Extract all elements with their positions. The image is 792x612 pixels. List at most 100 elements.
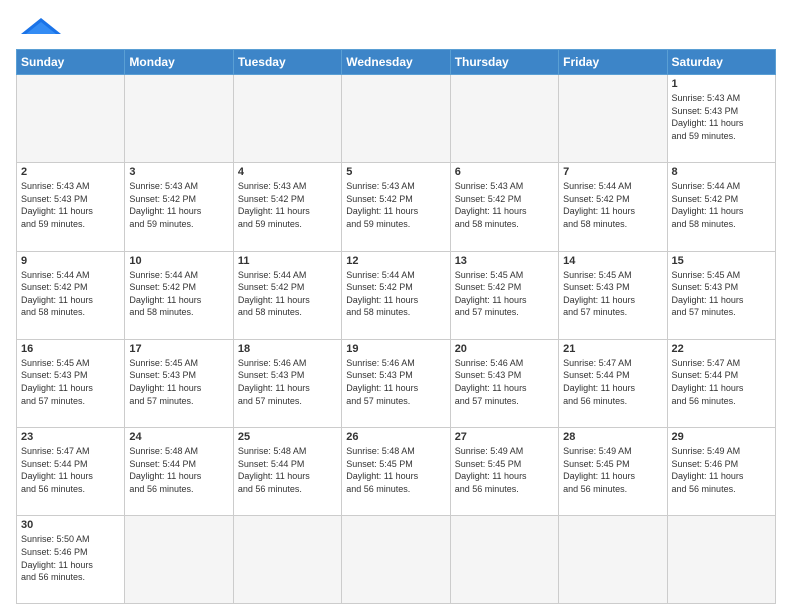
day-number: 2 xyxy=(21,166,120,178)
calendar-cell xyxy=(667,516,775,604)
calendar-cell: 18 Sunrise: 5:46 AMSunset: 5:43 PMDayligh… xyxy=(233,339,341,427)
day-number: 12 xyxy=(346,255,445,267)
calendar-table: SundayMondayTuesdayWednesdayThursdayFrid… xyxy=(16,49,776,604)
day-number: 16 xyxy=(21,343,120,355)
calendar-cell: 7 Sunrise: 5:44 AMSunset: 5:42 PMDaylight… xyxy=(559,163,667,251)
calendar-cell: 2 Sunrise: 5:43 AMSunset: 5:43 PMDaylight… xyxy=(17,163,125,251)
day-number: 28 xyxy=(563,431,662,443)
day-info: Sunrise: 5:49 AMSunset: 5:46 PMDaylight:… xyxy=(672,445,771,495)
calendar-cell: 15 Sunrise: 5:45 AMSunset: 5:43 PMDayligh… xyxy=(667,251,775,339)
calendar-cell: 24Sunrise: 5:48 AMSunset: 5:44 PMDayligh… xyxy=(125,428,233,516)
calendar-cell: 28 Sunrise: 5:49 AMSunset: 5:45 PMDayligh… xyxy=(559,428,667,516)
day-info: Sunrise: 5:44 AMSunset: 5:42 PMDaylight:… xyxy=(672,180,771,230)
header xyxy=(16,12,776,41)
calendar-cell: 27 Sunrise: 5:49 AMSunset: 5:45 PMDayligh… xyxy=(450,428,558,516)
day-info: Sunrise: 5:44 AMSunset: 5:42 PMDaylight:… xyxy=(21,269,120,319)
calendar-cell xyxy=(559,75,667,163)
calendar-cell: 30 Sunrise: 5:50 AMSunset: 5:46 PMDayligh… xyxy=(17,516,125,604)
day-info: Sunrise: 5:49 AMSunset: 5:45 PMDaylight:… xyxy=(455,445,554,495)
day-number: 30 xyxy=(21,519,120,531)
day-info: Sunrise: 5:47 AMSunset: 5:44 PMDaylight:… xyxy=(21,445,120,495)
day-info: Sunrise: 5:43 AMSunset: 5:43 PMDaylight:… xyxy=(672,92,771,142)
day-info: Sunrise: 5:43 AMSunset: 5:43 PMDaylight:… xyxy=(21,180,120,230)
day-number: 6 xyxy=(455,166,554,178)
day-number: 19 xyxy=(346,343,445,355)
calendar-cell: 4 Sunrise: 5:43 AMSunset: 5:42 PMDaylight… xyxy=(233,163,341,251)
day-info: Sunrise: 5:44 AMSunset: 5:42 PMDaylight:… xyxy=(346,269,445,319)
day-info: Sunrise: 5:45 AMSunset: 5:42 PMDaylight:… xyxy=(455,269,554,319)
calendar-cell: 22Sunrise: 5:47 AMSunset: 5:44 PMDayligh… xyxy=(667,339,775,427)
day-info: Sunrise: 5:50 AMSunset: 5:46 PMDaylight:… xyxy=(21,533,120,583)
calendar-cell xyxy=(342,75,450,163)
day-info: Sunrise: 5:45 AMSunset: 5:43 PMDaylight:… xyxy=(563,269,662,319)
calendar-cell xyxy=(233,75,341,163)
day-number: 9 xyxy=(21,255,120,267)
calendar-cell: 20Sunrise: 5:46 AMSunset: 5:43 PMDayligh… xyxy=(450,339,558,427)
day-number: 25 xyxy=(238,431,337,443)
calendar-cell: 14Sunrise: 5:45 AMSunset: 5:43 PMDayligh… xyxy=(559,251,667,339)
day-info: Sunrise: 5:48 AMSunset: 5:45 PMDaylight:… xyxy=(346,445,445,495)
calendar-cell xyxy=(559,516,667,604)
day-number: 29 xyxy=(672,431,771,443)
day-info: Sunrise: 5:43 AMSunset: 5:42 PMDaylight:… xyxy=(346,180,445,230)
calendar-cell: 16 Sunrise: 5:45 AMSunset: 5:43 PMDayligh… xyxy=(17,339,125,427)
day-number: 18 xyxy=(238,343,337,355)
calendar-cell: 8 Sunrise: 5:44 AMSunset: 5:42 PMDaylight… xyxy=(667,163,775,251)
calendar-cell xyxy=(233,516,341,604)
day-number: 3 xyxy=(129,166,228,178)
day-number: 26 xyxy=(346,431,445,443)
calendar-cell: 1 Sunrise: 5:43 AMSunset: 5:43 PMDaylight… xyxy=(667,75,775,163)
week-row-1: 1 Sunrise: 5:43 AMSunset: 5:43 PMDaylight… xyxy=(17,75,776,163)
calendar-cell: 10 Sunrise: 5:44 AMSunset: 5:42 PMDayligh… xyxy=(125,251,233,339)
calendar-header-row: SundayMondayTuesdayWednesdayThursdayFrid… xyxy=(17,50,776,75)
day-info: Sunrise: 5:45 AMSunset: 5:43 PMDaylight:… xyxy=(672,269,771,319)
logo-icon xyxy=(16,16,66,36)
day-number: 7 xyxy=(563,166,662,178)
day-number: 11 xyxy=(238,255,337,267)
day-info: Sunrise: 5:45 AMSunset: 5:43 PMDaylight:… xyxy=(21,357,120,407)
day-number: 8 xyxy=(672,166,771,178)
week-row-2: 2 Sunrise: 5:43 AMSunset: 5:43 PMDaylight… xyxy=(17,163,776,251)
day-info: Sunrise: 5:44 AMSunset: 5:42 PMDaylight:… xyxy=(563,180,662,230)
calendar-cell: 26 Sunrise: 5:48 AMSunset: 5:45 PMDayligh… xyxy=(342,428,450,516)
day-number: 15 xyxy=(672,255,771,267)
calendar-cell xyxy=(17,75,125,163)
week-row-4: 16 Sunrise: 5:45 AMSunset: 5:43 PMDayligh… xyxy=(17,339,776,427)
calendar-cell: 21 Sunrise: 5:47 AMSunset: 5:44 PMDayligh… xyxy=(559,339,667,427)
calendar-cell: 12 Sunrise: 5:44 AMSunset: 5:42 PMDayligh… xyxy=(342,251,450,339)
day-number: 1 xyxy=(672,78,771,90)
calendar-cell xyxy=(450,75,558,163)
day-number: 17 xyxy=(129,343,228,355)
day-header-tuesday: Tuesday xyxy=(233,50,341,75)
day-info: Sunrise: 5:49 AMSunset: 5:45 PMDaylight:… xyxy=(563,445,662,495)
day-header-monday: Monday xyxy=(125,50,233,75)
day-info: Sunrise: 5:47 AMSunset: 5:44 PMDaylight:… xyxy=(672,357,771,407)
calendar-cell: 29 Sunrise: 5:49 AMSunset: 5:46 PMDayligh… xyxy=(667,428,775,516)
day-info: Sunrise: 5:43 AMSunset: 5:42 PMDaylight:… xyxy=(129,180,228,230)
day-info: Sunrise: 5:44 AMSunset: 5:42 PMDaylight:… xyxy=(238,269,337,319)
calendar-cell: 19Sunrise: 5:46 AMSunset: 5:43 PMDayligh… xyxy=(342,339,450,427)
day-info: Sunrise: 5:46 AMSunset: 5:43 PMDaylight:… xyxy=(238,357,337,407)
day-header-thursday: Thursday xyxy=(450,50,558,75)
calendar-cell xyxy=(125,75,233,163)
day-header-sunday: Sunday xyxy=(17,50,125,75)
day-info: Sunrise: 5:44 AMSunset: 5:42 PMDaylight:… xyxy=(129,269,228,319)
week-row-5: 23 Sunrise: 5:47 AMSunset: 5:44 PMDayligh… xyxy=(17,428,776,516)
day-header-wednesday: Wednesday xyxy=(342,50,450,75)
day-info: Sunrise: 5:43 AMSunset: 5:42 PMDaylight:… xyxy=(455,180,554,230)
day-info: Sunrise: 5:43 AMSunset: 5:42 PMDaylight:… xyxy=(238,180,337,230)
day-info: Sunrise: 5:47 AMSunset: 5:44 PMDaylight:… xyxy=(563,357,662,407)
calendar-cell xyxy=(450,516,558,604)
week-row-3: 9 Sunrise: 5:44 AMSunset: 5:42 PMDaylight… xyxy=(17,251,776,339)
day-info: Sunrise: 5:48 AMSunset: 5:44 PMDaylight:… xyxy=(129,445,228,495)
day-info: Sunrise: 5:45 AMSunset: 5:43 PMDaylight:… xyxy=(129,357,228,407)
day-header-friday: Friday xyxy=(559,50,667,75)
calendar-cell: 9 Sunrise: 5:44 AMSunset: 5:42 PMDaylight… xyxy=(17,251,125,339)
day-number: 23 xyxy=(21,431,120,443)
day-number: 20 xyxy=(455,343,554,355)
day-number: 21 xyxy=(563,343,662,355)
day-number: 27 xyxy=(455,431,554,443)
day-number: 4 xyxy=(238,166,337,178)
calendar-cell: 17 Sunrise: 5:45 AMSunset: 5:43 PMDayligh… xyxy=(125,339,233,427)
day-number: 10 xyxy=(129,255,228,267)
